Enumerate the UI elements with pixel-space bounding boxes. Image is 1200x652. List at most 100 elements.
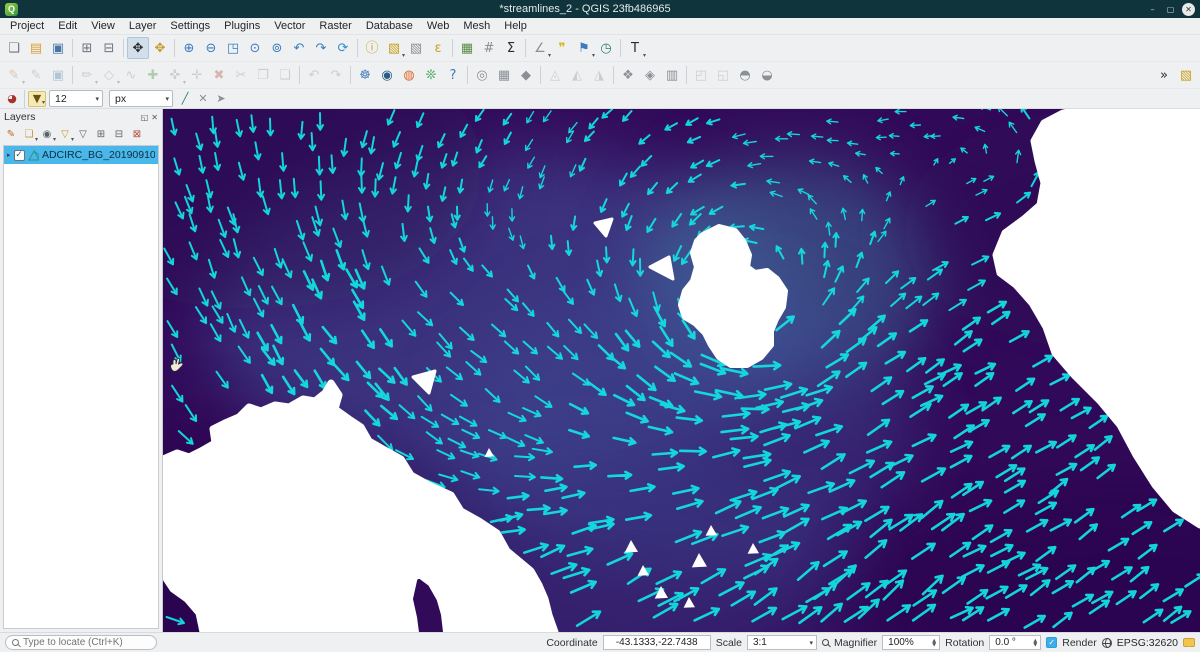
- deselect-features-button[interactable]: ▧: [405, 37, 427, 59]
- zoom-to-layer-button[interactable]: ⊚: [266, 37, 288, 59]
- vector-tools-button[interactable]: ◆: [515, 64, 537, 86]
- statistical-summary-button[interactable]: Σ: [500, 37, 522, 59]
- db-manager-icon: ▥: [666, 69, 678, 82]
- menu-mesh[interactable]: Mesh: [456, 19, 497, 33]
- open-layer-styling-button[interactable]: ✎: [2, 126, 20, 143]
- delete-selected-icon: ✖: [214, 69, 225, 82]
- coordinate-input[interactable]: [603, 635, 711, 650]
- spinner-arrows-icon[interactable]: [1033, 639, 1037, 647]
- menu-help[interactable]: Help: [497, 19, 534, 33]
- filter-legend-button[interactable]: ▽▾: [56, 126, 74, 143]
- annotations-toolbar-button[interactable]: ◕: [3, 91, 21, 107]
- db-manager-button[interactable]: ▥: [661, 64, 683, 86]
- manage-map-themes-button[interactable]: ◉▾: [38, 126, 56, 143]
- plugin-manager-button[interactable]: ❊: [420, 64, 442, 86]
- filter-by-expression-button[interactable]: ▽: [74, 126, 92, 143]
- zoom-in-button[interactable]: ⊕: [178, 37, 200, 59]
- units-combo[interactable]: px: [109, 90, 173, 107]
- menu-layer[interactable]: Layer: [122, 19, 164, 33]
- maximize-button[interactable]: ▢: [1164, 3, 1177, 16]
- pan-to-selection-button[interactable]: ✥: [149, 37, 171, 59]
- magnifier-spinbox[interactable]: 100%: [882, 635, 940, 650]
- measure-button[interactable]: ∠▾: [529, 37, 551, 59]
- crs-indicator[interactable]: EPSG:32620: [1117, 637, 1178, 649]
- selection-extra-button[interactable]: ▧: [1175, 64, 1197, 86]
- text-annotation-button[interactable]: T▾: [624, 37, 646, 59]
- open-project-button[interactable]: ▤: [25, 37, 47, 59]
- expand-all-button[interactable]: ⊞: [92, 126, 110, 143]
- new-bookmark-button[interactable]: ⚑▾: [573, 37, 595, 59]
- locate-input[interactable]: [23, 637, 150, 648]
- raster-tools-button[interactable]: ▦: [493, 64, 515, 86]
- map-canvas[interactable]: [163, 109, 1200, 632]
- field-calculator-button[interactable]: #: [478, 37, 500, 59]
- toolbar-overflow-button[interactable]: »: [1153, 64, 1175, 86]
- select-by-expression-button[interactable]: ε: [427, 37, 449, 59]
- search-icon: [12, 639, 19, 646]
- georeferencer-button[interactable]: ◎: [471, 64, 493, 86]
- web-tools-button[interactable]: ❖: [617, 64, 639, 86]
- map-render: [163, 109, 1200, 632]
- annotation-line-tool-button[interactable]: ╱: [176, 91, 194, 107]
- toolbar-separator: [299, 66, 300, 84]
- layer-checkbox[interactable]: [14, 150, 25, 161]
- current-annotation-style-button[interactable]: ▼▾: [28, 91, 46, 107]
- font-size-combo[interactable]: 12: [49, 90, 103, 107]
- pan-map-button[interactable]: ✥: [127, 37, 149, 59]
- zoom-to-selection-button[interactable]: ⊙: [244, 37, 266, 59]
- menu-settings[interactable]: Settings: [163, 19, 217, 33]
- add-group-button[interactable]: ❏▾: [20, 126, 38, 143]
- menu-edit[interactable]: Edit: [51, 19, 84, 33]
- metasearch-button[interactable]: ◈: [639, 64, 661, 86]
- chevron-down-icon: [809, 639, 813, 647]
- remove-layer-button[interactable]: ⊠: [128, 126, 146, 143]
- osm-search-button[interactable]: ◍: [398, 64, 420, 86]
- menu-view[interactable]: View: [84, 19, 122, 33]
- rotation-spinbox[interactable]: 0.0 °: [989, 635, 1041, 650]
- messages-icon[interactable]: [1183, 638, 1195, 647]
- help-button[interactable]: ?: [442, 64, 464, 86]
- processing-toolbox-button[interactable]: ☸: [354, 64, 376, 86]
- scale-combo[interactable]: 3:1: [747, 635, 817, 650]
- menu-vector[interactable]: Vector: [267, 19, 312, 33]
- window-title: *streamlines_2 - QGIS 23fb486965: [24, 3, 1146, 15]
- vertex-tool-button: ✜▾: [164, 64, 186, 86]
- zoom-last-button[interactable]: ↶: [288, 37, 310, 59]
- render-checkbox[interactable]: [1046, 637, 1057, 648]
- float-panel-button[interactable]: ◱: [141, 113, 149, 122]
- refresh-button[interactable]: ⟳: [332, 37, 354, 59]
- python-console-button[interactable]: ◉: [376, 64, 398, 86]
- open-attribute-table-button[interactable]: ▦: [456, 37, 478, 59]
- new-bookmark-icon: ⚑: [578, 42, 590, 55]
- map-tips-button[interactable]: ❞: [551, 37, 573, 59]
- layout-manager-button[interactable]: ⊟: [98, 37, 120, 59]
- gps-toolbar-button[interactable]: ◒: [756, 64, 778, 86]
- save-project-button[interactable]: ▣: [47, 37, 69, 59]
- annotation-delete-button[interactable]: ✕: [194, 91, 212, 107]
- zoom-next-button[interactable]: ↷: [310, 37, 332, 59]
- close-button[interactable]: ✕: [1182, 3, 1195, 16]
- zoom-out-button[interactable]: ⊖: [200, 37, 222, 59]
- spinner-arrows-icon[interactable]: [932, 639, 936, 647]
- new-project-button[interactable]: ❏: [3, 37, 25, 59]
- zoom-full-button[interactable]: ◳: [222, 37, 244, 59]
- select-features-button[interactable]: ▧▾: [383, 37, 405, 59]
- layer-item[interactable]: ADCIRC_BG_20190910_1t: [4, 146, 158, 164]
- expander-icon[interactable]: [7, 151, 11, 159]
- new-print-layout-button[interactable]: ⊞: [76, 37, 98, 59]
- minimize-button[interactable]: –: [1146, 3, 1159, 16]
- menu-project[interactable]: Project: [3, 19, 51, 33]
- menu-web[interactable]: Web: [420, 19, 456, 33]
- annotation-move-button[interactable]: ➤: [212, 91, 230, 107]
- collapse-all-button[interactable]: ⊟: [110, 126, 128, 143]
- open-layer-styling-icon: ✎: [7, 130, 15, 140]
- menu-database[interactable]: Database: [359, 19, 420, 33]
- close-panel-button[interactable]: ✕: [151, 113, 158, 122]
- menu-plugins[interactable]: Plugins: [217, 19, 267, 33]
- identify-features-button[interactable]: ⓘ: [361, 37, 383, 59]
- menu-raster[interactable]: Raster: [312, 19, 358, 33]
- layer-tree: ADCIRC_BG_20190910_1t: [3, 145, 159, 629]
- map-themes-button[interactable]: ◓: [734, 64, 756, 86]
- temporal-controller-button[interactable]: ◷: [595, 37, 617, 59]
- locate-bar[interactable]: [5, 635, 157, 650]
